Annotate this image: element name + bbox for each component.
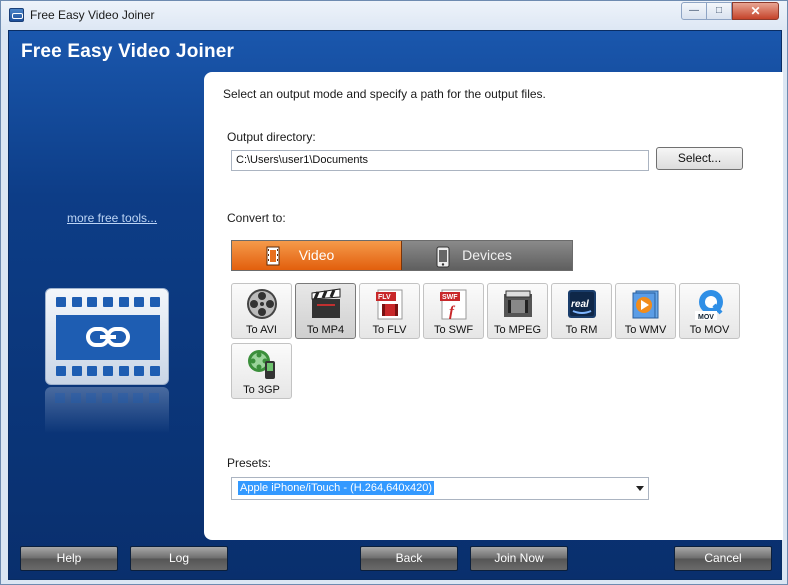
close-button[interactable]: ✕ [732,2,779,20]
to-avi-label: To AVI [246,324,277,336]
back-button[interactable]: Back [360,546,458,571]
svg-text:MOV: MOV [698,314,714,321]
help-button[interactable]: Help [20,546,118,571]
real-media-icon: real [568,290,596,318]
mpeg-film-icon [504,290,532,317]
convert-to-label: Convert to: [227,211,286,225]
tab-video[interactable]: Video [232,241,402,270]
tab-devices[interactable]: Devices [402,241,572,270]
to-flv-label: To FLV [372,324,407,336]
app-icon [9,8,24,22]
svg-text:SWF: SWF [442,294,458,301]
title-bar: Free Easy Video Joiner — □ ✕ [1,1,787,30]
cancel-button[interactable]: Cancel [674,546,772,571]
join-now-button[interactable]: Join Now [470,546,568,571]
to-mov-label: To MOV [689,324,730,336]
presets-label: Presets: [227,456,272,470]
svg-text:FLV: FLV [378,294,391,301]
to-swf-label: To SWF [433,324,474,336]
mobile-3gp-icon [248,350,275,379]
app-heading: Free Easy Video Joiner [21,41,235,62]
film-icon [266,246,280,266]
instruction-text: Select an output mode and specify a path… [223,87,546,101]
maximize-button[interactable]: □ [706,2,732,20]
mode-tabs: Video Devices [231,240,573,271]
to-mpeg-label: To MPEG [493,324,542,336]
log-button[interactable]: Log [130,546,228,571]
app-frame: Free Easy Video Joiner more free tools..… [8,30,783,580]
output-directory-input[interactable]: C:\Users\user1\Documents [231,150,649,171]
film-reel-icon [247,289,277,319]
to-3gp-button[interactable]: To 3GP [231,343,292,399]
preset-selected-value: Apple iPhone/iTouch - (H.264,640x420) [238,481,435,495]
app-window: Free Easy Video Joiner — □ ✕ Free Easy V… [0,0,788,585]
select-directory-button[interactable]: Select... [656,147,743,170]
phone-icon [436,246,450,268]
output-directory-label: Output directory: [227,130,316,144]
wmv-play-icon [632,290,659,319]
to-avi-button[interactable]: To AVI [231,283,292,339]
quicktime-icon: MOV [695,290,723,321]
to-mp4-button[interactable]: To MP4 [295,283,356,339]
to-rm-button[interactable]: real To RM [551,283,612,339]
swf-flash-icon: SWF f [440,289,467,320]
window-title: Free Easy Video Joiner [30,8,155,22]
to-mov-button[interactable]: MOV To MOV [679,283,740,339]
to-swf-button[interactable]: SWF f To SWF [423,283,484,339]
to-mp4-label: To MP4 [306,324,345,336]
to-mpeg-button[interactable]: To MPEG [487,283,548,339]
to-flv-button[interactable]: FLV To FLV [359,283,420,339]
to-3gp-label: To 3GP [243,384,280,396]
minimize-button[interactable]: — [681,2,707,20]
content-panel: Select an output mode and specify a path… [204,72,783,540]
flv-file-icon: FLV [376,289,403,320]
clapperboard-icon [311,288,341,318]
to-rm-label: To RM [565,324,598,336]
logo-reflection [45,387,169,433]
to-wmv-button[interactable]: To WMV [615,283,676,339]
tab-devices-label: Devices [462,247,512,263]
to-wmv-label: To WMV [624,324,667,336]
svg-text:real: real [571,299,589,310]
presets-dropdown[interactable]: Apple iPhone/iTouch - (H.264,640x420) [231,477,649,500]
chevron-down-icon [636,486,644,491]
film-strip-logo-icon [45,288,169,385]
more-free-tools-link[interactable]: more free tools... [67,211,157,225]
tab-video-label: Video [298,247,335,263]
